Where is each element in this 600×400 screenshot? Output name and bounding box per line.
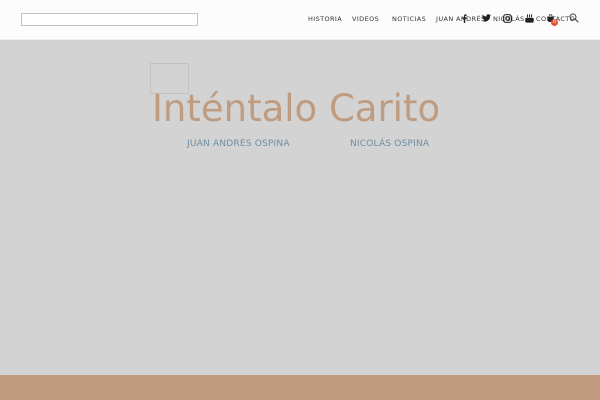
author-link-nicolas[interactable]: NICOLÁS OSPINA <box>350 138 429 150</box>
site-header: HISTORIA VIDEOS NOTICIAS JUAN ANDRÉS NIC… <box>0 0 600 40</box>
site-logo[interactable] <box>21 13 198 26</box>
search-icon[interactable] <box>568 11 580 25</box>
twitter-icon[interactable] <box>481 11 491 25</box>
youtube-icon[interactable] <box>524 11 534 25</box>
nav-item-videos[interactable]: VIDEOS <box>352 14 379 24</box>
footer-band <box>0 375 600 400</box>
nav-item-historia[interactable]: HISTORIA <box>308 14 342 24</box>
page-title: Inténtalo Carito <box>152 87 441 130</box>
nav-item-noticias[interactable]: NOTICIAS <box>392 14 426 24</box>
author-link-juan-andres[interactable]: JUAN ANDRÉS OSPINA <box>187 138 290 150</box>
cart-count-badge: 0 <box>551 19 558 26</box>
instagram-icon[interactable] <box>502 11 512 25</box>
facebook-icon[interactable] <box>460 11 468 25</box>
